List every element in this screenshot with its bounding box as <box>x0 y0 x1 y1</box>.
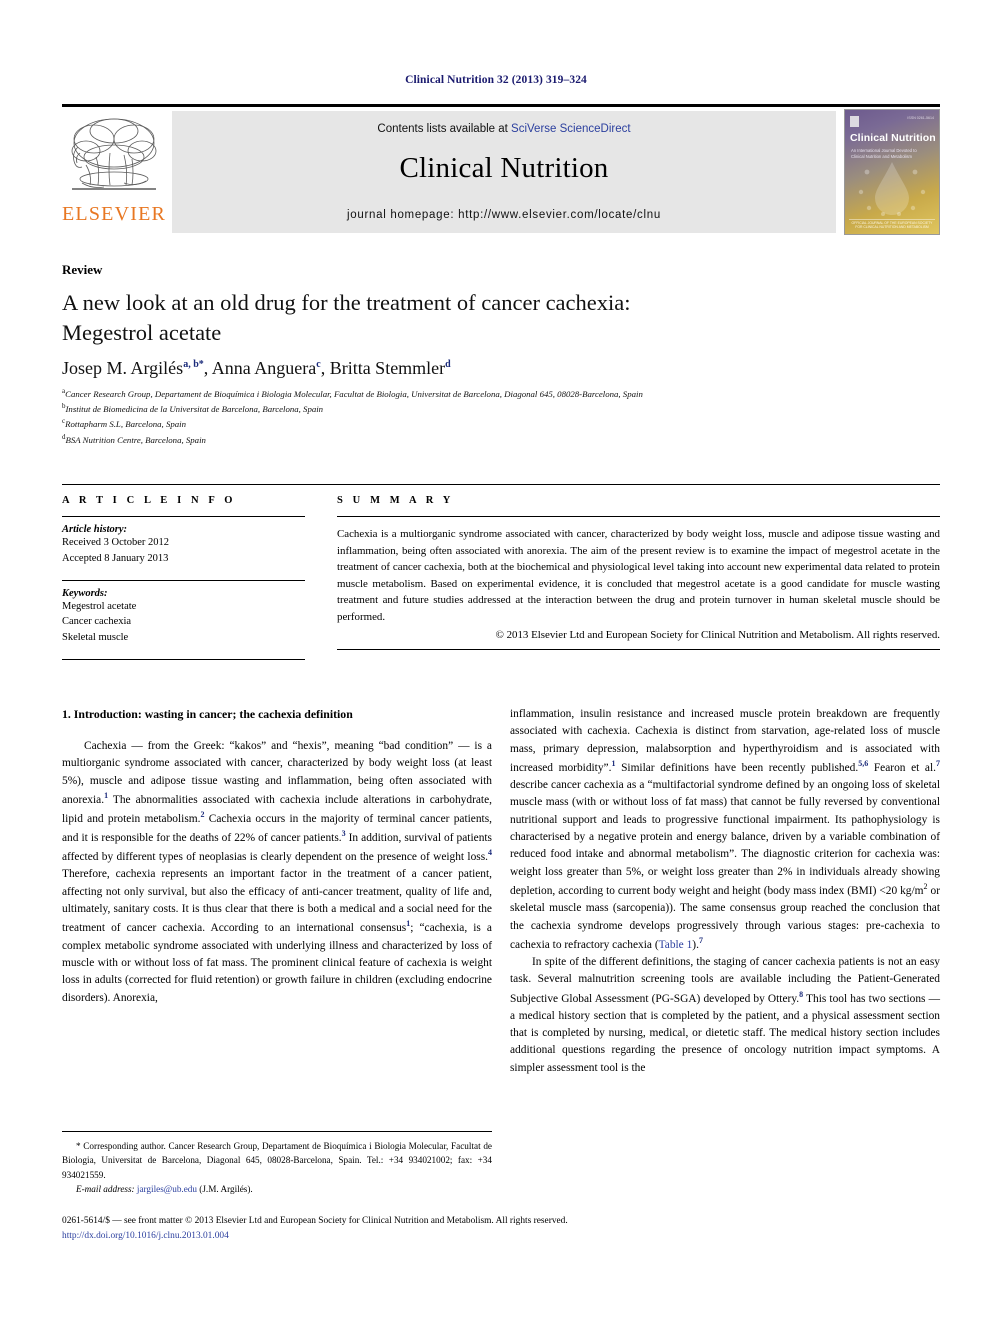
author-affil-marks: a, b <box>183 359 199 370</box>
summary-column: S U M M A R Y Cachexia is a multiorganic… <box>337 485 940 651</box>
doi-link[interactable]: http://dx.doi.org/10.1016/j.clnu.2013.01… <box>62 1229 940 1244</box>
paper-page: Clinical Nutrition 32 (2013) 319–324 ELS… <box>0 0 992 1323</box>
sciencedirect-link[interactable]: SciVerse ScienceDirect <box>511 123 631 135</box>
divider <box>62 516 305 517</box>
accepted-date: Accepted 8 January 2013 <box>62 552 169 564</box>
running-head: Clinical Nutrition 32 (2013) 319–324 <box>405 74 587 86</box>
email-label: E-mail address: <box>76 1183 135 1194</box>
body-column-left: 1. Introduction: wasting in cancer; the … <box>62 706 492 1007</box>
affiliation-text: Rottapharm S.L, Barcelona, Spain <box>65 419 186 430</box>
affiliation-text: BSA Nutrition Centre, Barcelona, Spain <box>65 434 206 445</box>
elsevier-logo: ELSEVIER <box>62 111 166 233</box>
affiliation-text: Cancer Research Group, Departament de Bi… <box>65 388 643 399</box>
reference-marker[interactable]: 4 <box>488 848 492 857</box>
divider <box>62 579 305 581</box>
article-type: Review <box>62 262 103 277</box>
divider <box>337 516 940 517</box>
issn-copyright-line: 0261-5614/$ — see front matter © 2013 El… <box>62 1216 568 1226</box>
received-date: Received 3 October 2012 <box>62 537 170 548</box>
corresponding-author-marker: * <box>198 359 204 370</box>
journal-title: Clinical Nutrition <box>399 152 609 184</box>
cover-droplet-icon <box>858 162 926 216</box>
divider <box>62 658 305 660</box>
journal-homepage-link[interactable]: journal homepage: http://www.elsevier.co… <box>172 209 836 221</box>
affiliation-item: cRottapharm S.L, Barcelona, Spain <box>62 416 952 431</box>
text-run: ). <box>692 938 699 951</box>
affiliation-item: bInstitut de Biomedicina de la Universit… <box>62 401 952 416</box>
divider <box>337 649 940 651</box>
author-name[interactable]: Britta Stemmler <box>330 358 445 378</box>
author-list: Josep M. Argilésa, b*, Anna Anguerac, Br… <box>62 358 451 378</box>
article-info-summary-block: A R T I C L E I N F O Article history: R… <box>62 484 940 660</box>
text-run: Similar definitions have been recently p… <box>615 761 859 774</box>
footnote-text: Corresponding author. Cancer Research Gr… <box>62 1141 492 1180</box>
title-line-1: A new look at an old drug for the treatm… <box>62 290 631 315</box>
corresponding-author-footnote: * Corresponding author. Cancer Research … <box>62 1131 492 1196</box>
keyword-item: Skeletal muscle <box>62 632 129 643</box>
keyword-item: Megestrol acetate <box>62 600 137 612</box>
text-run: describe cancer cachexia as a “multifact… <box>510 779 940 897</box>
reference-marker[interactable]: 5,6 <box>858 759 868 768</box>
author-affil-marks: d <box>445 359 451 370</box>
text-run: Fearon et al. <box>868 761 936 774</box>
section-heading: 1. Introduction: wasting in cancer; the … <box>62 707 353 721</box>
author-name[interactable]: Josep M. Argilés <box>62 358 183 378</box>
body-column-right: inflammation, insulin resistance and inc… <box>510 706 940 1077</box>
contents-prefix: Contents lists available at <box>377 123 512 135</box>
article-info-label: A R T I C L E I N F O <box>62 495 237 506</box>
elsevier-wordmark: ELSEVIER <box>62 203 167 225</box>
body-paragraph: Cachexia — from the Greek: “kakos” and “… <box>62 738 492 1007</box>
body-paragraph: inflammation, insulin resistance and inc… <box>510 706 940 954</box>
abstract-text: Cachexia is a multiorganic syndrome asso… <box>337 528 940 623</box>
summary-label: S U M M A R Y <box>337 495 454 506</box>
text-run: This tool has two sections — a medical h… <box>510 992 940 1074</box>
author-affil-marks: c <box>316 359 321 370</box>
footnote-body: * Corresponding author. Cancer Research … <box>62 1139 492 1182</box>
author-name[interactable]: Anna Anguera <box>212 358 316 378</box>
title-line-2: Megestrol acetate <box>62 319 222 345</box>
copyright-line: © 2013 Elsevier Ltd and European Society… <box>495 629 940 642</box>
affiliation-list: aCancer Research Group, Departament de B… <box>62 386 952 447</box>
article-history-label: Article history: <box>62 524 128 535</box>
affiliation-item: aCancer Research Group, Departament de B… <box>62 386 952 401</box>
page-footer: 0261-5614/$ — see front matter © 2013 El… <box>62 1214 940 1244</box>
keyword-item: Cancer cachexia <box>62 616 132 628</box>
affiliation-text: Institut de Biomedicina de la Universita… <box>65 404 324 415</box>
article-info-column: A R T I C L E I N F O Article history: R… <box>62 485 305 660</box>
affiliation-item: dBSA Nutrition Centre, Barcelona, Spain <box>62 432 952 447</box>
elsevier-tree-icon <box>71 118 157 190</box>
email-link[interactable]: jargiles@ub.edu <box>137 1184 197 1194</box>
keywords-label: Keywords: <box>62 587 108 599</box>
cover-footer-rule <box>849 219 935 220</box>
journal-masthead: ELSEVIER Contents lists available at Sci… <box>62 104 940 235</box>
journal-cover-thumbnail: ISSN 0261-5614 Clinical Nutrition An Int… <box>844 109 940 235</box>
body-paragraph: In spite of the different definitions, t… <box>510 954 940 1077</box>
cover-footer-text: OFFICIAL JOURNAL OF THE EUROPEAN SOCIETY… <box>851 221 933 229</box>
text-run: ; “cachexia, is a complex metabolic synd… <box>62 922 492 1004</box>
email-owner: (J.M. Argilés). <box>197 1183 253 1194</box>
contents-line: Contents lists available at SciVerse Sci… <box>172 111 836 135</box>
reference-marker[interactable]: 7 <box>699 936 703 945</box>
page-title: A new look at an old drug for the treatm… <box>62 288 802 348</box>
journal-band: Contents lists available at SciVerse Sci… <box>172 111 836 233</box>
reference-marker[interactable]: 7 <box>936 759 940 768</box>
footnote-email-line: E-mail address: jargiles@ub.edu (J.M. Ar… <box>62 1182 492 1196</box>
table-1-link[interactable]: Table 1 <box>659 939 693 951</box>
